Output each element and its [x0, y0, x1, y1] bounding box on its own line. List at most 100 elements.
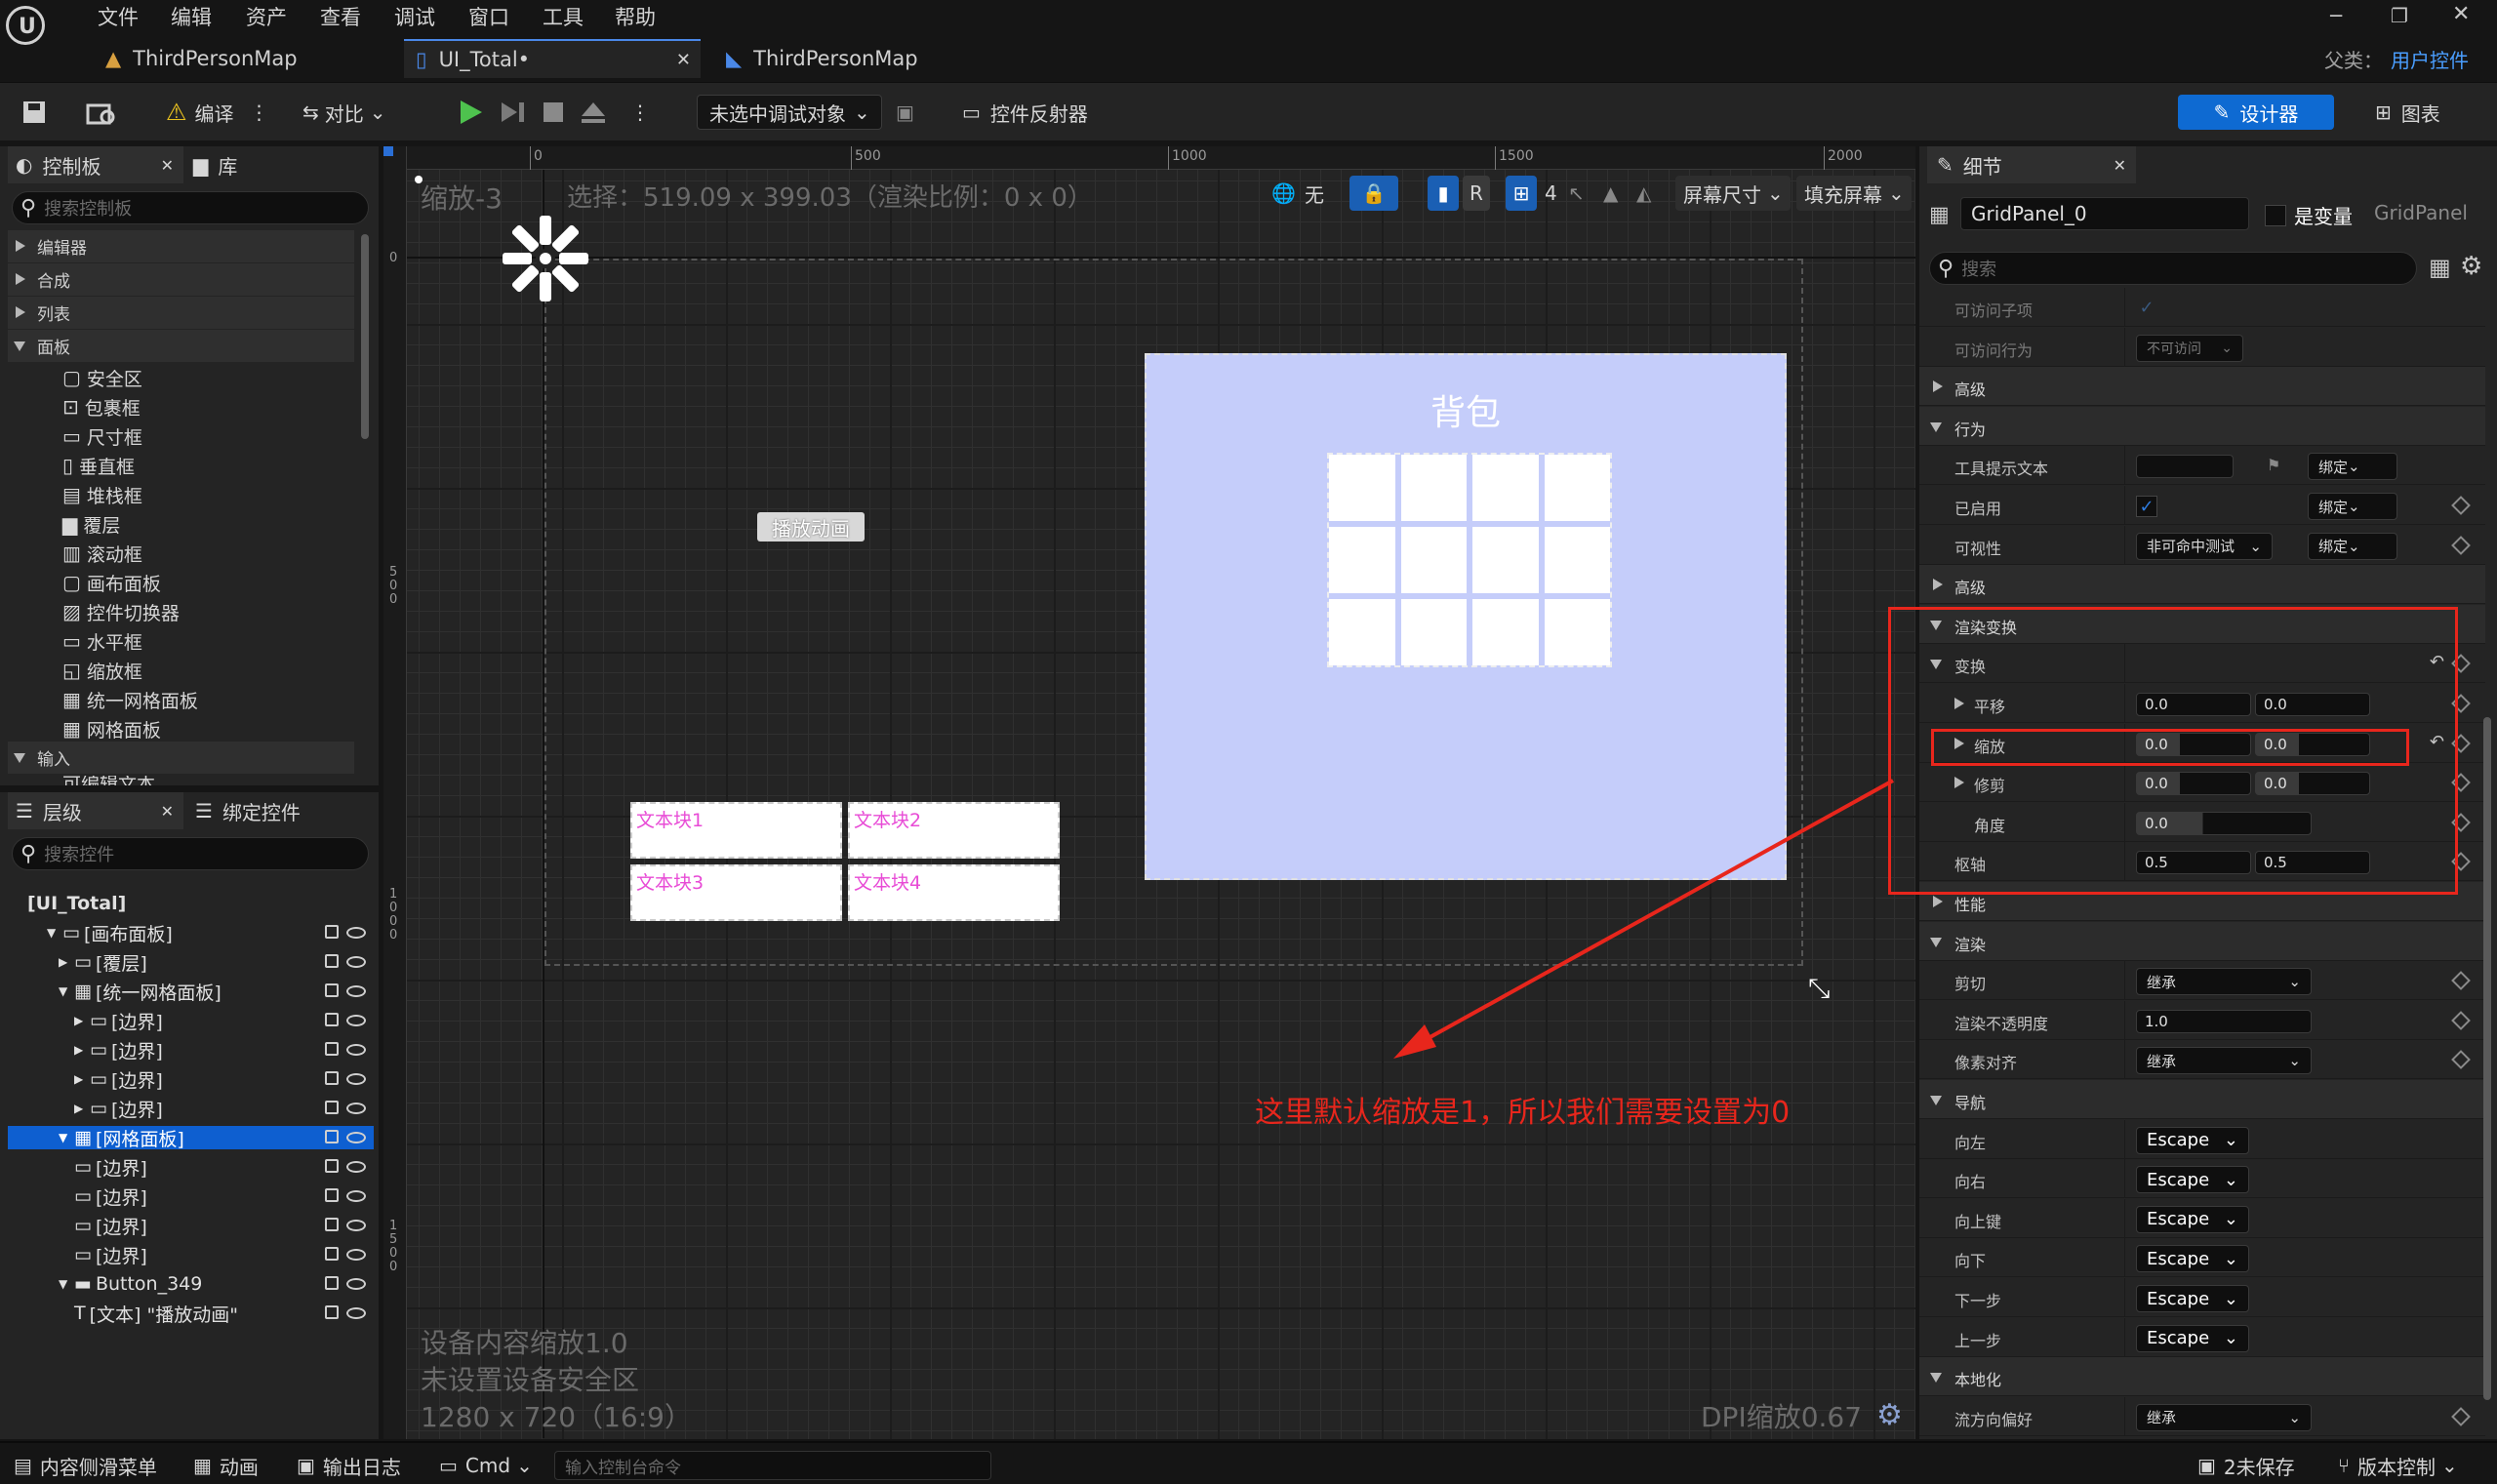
category-list[interactable]: 列表 — [8, 297, 354, 329]
hierarchy-node[interactable]: ▶ ▭ [边界] — [8, 1038, 374, 1063]
eye-icon[interactable] — [346, 985, 366, 997]
hierarchy-node[interactable]: ▶ ▭ [边界] — [8, 1067, 374, 1092]
hierarchy-node[interactable]: ▭ [边界] — [8, 1184, 374, 1209]
details-row[interactable]: 行为 — [1919, 406, 2485, 446]
close-icon[interactable]: ✕ — [676, 50, 691, 70]
text-block-3[interactable]: 文本块3 — [630, 864, 842, 921]
reset-diamond-icon[interactable] — [2451, 535, 2471, 555]
details-scrollbar[interactable] — [2483, 717, 2491, 1400]
lock-icon[interactable] — [325, 1305, 339, 1319]
tab-details[interactable]: ✎ 细节 ✕ — [1927, 146, 2136, 183]
expand-arrow-icon[interactable] — [1930, 1373, 1942, 1384]
details-row[interactable]: 向上键 Escape ⌄ — [1919, 1198, 2485, 1238]
menu-item[interactable]: 工具 — [543, 2, 584, 31]
palette-item[interactable]: ⊡ 包裹框 — [62, 392, 141, 421]
is-variable-checkbox[interactable]: 是变量 — [2265, 201, 2353, 229]
details-row[interactable]: 向下 Escape ⌄ — [1919, 1238, 2485, 1278]
palette-item[interactable]: ▆ 覆层 — [62, 509, 120, 539]
eye-icon[interactable] — [346, 927, 366, 939]
screen-size-select[interactable]: 屏幕尺寸 ⌄ — [1675, 176, 1791, 211]
property-dropdown[interactable]: 继承 ⌄ — [2136, 1047, 2312, 1075]
lock-icon[interactable] — [325, 983, 339, 997]
hierarchy-node[interactable]: ▭ [边界] — [8, 1214, 374, 1238]
hierarchy-node[interactable]: ▼ ▬ Button_349 — [8, 1272, 374, 1296]
gear-icon[interactable]: ⚙ — [2460, 252, 2482, 281]
details-row[interactable]: 可访问子项 ✓ — [1919, 288, 2485, 327]
eye-icon[interactable] — [346, 1044, 366, 1056]
category-input[interactable]: 输入 — [8, 742, 354, 774]
expand-arrow-icon[interactable]: ▼ — [59, 1277, 74, 1291]
close-icon[interactable]: ✕ — [2114, 156, 2126, 175]
text-block-4[interactable]: 文本块4 — [848, 864, 1060, 921]
menu-item[interactable]: 帮助 — [615, 2, 656, 31]
grid-snap-toggle[interactable]: ⊞ — [1506, 176, 1537, 211]
anchor-icon[interactable] — [499, 212, 592, 305]
hierarchy-node[interactable]: ▶ ▭ [覆层] — [8, 950, 374, 975]
reset-diamond-icon[interactable] — [2451, 1050, 2471, 1070]
play-button[interactable] — [457, 95, 484, 130]
menu-item[interactable]: 窗口 — [468, 2, 509, 31]
property-dropdown[interactable]: Escape ⌄ — [2136, 1324, 2249, 1352]
close-window-button[interactable]: ✕ — [2452, 2, 2470, 26]
palette-item[interactable]: ▢ 画布面板 — [62, 568, 161, 597]
cursor-icon[interactable]: ↖ — [1568, 176, 1585, 211]
expand-arrow-icon[interactable]: ▶ — [59, 955, 74, 969]
lock-icon[interactable] — [325, 1188, 339, 1202]
category-editor[interactable]: 编辑器 — [8, 230, 354, 262]
eye-icon[interactable] — [346, 1278, 366, 1290]
diff-button[interactable]: ⇆ 对比 ⌄ — [302, 95, 386, 130]
palette-item[interactable]: ▤ 堆栈框 — [62, 480, 142, 509]
eye-icon[interactable] — [346, 1307, 366, 1319]
tab-thirdpersonmap-1[interactable]: ▲ ThirdPersonMap — [105, 39, 398, 78]
uniform-grid-panel[interactable]: 文本块1 文本块2 文本块3 文本块4 — [630, 802, 1060, 921]
checkbox[interactable]: ✓ — [2136, 496, 2157, 517]
reset-diamond-icon[interactable] — [2451, 496, 2471, 515]
eye-icon[interactable] — [346, 1015, 366, 1026]
expand-arrow-icon[interactable] — [1933, 579, 1943, 591]
close-icon[interactable]: ✕ — [161, 802, 174, 821]
expand-arrow-icon[interactable]: ▼ — [59, 984, 74, 998]
details-row[interactable]: 可访问行为 不可访问 ⌄ — [1919, 327, 2485, 367]
property-dropdown[interactable]: Escape ⌄ — [2136, 1126, 2249, 1154]
expand-arrow-icon[interactable] — [1930, 421, 1942, 432]
lock-icon[interactable] — [325, 954, 339, 968]
property-dropdown[interactable]: 非可命中测试 ⌄ — [2136, 532, 2273, 560]
localization-none[interactable]: 无 — [1305, 176, 1324, 211]
lock-icon[interactable] — [325, 1042, 339, 1056]
category-composite[interactable]: 合成 — [8, 263, 354, 296]
widget-tree-toggle[interactable]: ▮ — [1428, 176, 1459, 211]
details-row[interactable]: 本地化 — [1919, 1357, 2485, 1397]
property-dropdown[interactable]: Escape ⌄ — [2136, 1166, 2249, 1194]
play-animation-button[interactable]: 播放动画 — [757, 512, 865, 541]
expand-arrow-icon[interactable]: ▶ — [74, 1102, 90, 1115]
content-drawer-button[interactable]: ▤ 内容侧滑菜单 — [14, 1451, 157, 1480]
bind-dropdown[interactable]: 绑定 ⌄ — [2308, 493, 2397, 520]
palette-item[interactable]: ▭ 水平框 — [62, 626, 142, 656]
close-icon[interactable]: ✕ — [161, 156, 174, 175]
details-row[interactable]: 上一步 Escape ⌄ — [1919, 1317, 2485, 1357]
restore-button[interactable]: ❐ — [2391, 4, 2408, 27]
text-input[interactable] — [2136, 455, 2234, 479]
save-button[interactable] — [21, 95, 47, 130]
cmd-select[interactable]: ▭ Cmd ⌄ — [439, 1451, 533, 1480]
property-dropdown[interactable]: 继承 ⌄ — [2136, 968, 2312, 996]
palette-item[interactable]: ▭ 尺寸框 — [62, 421, 142, 451]
details-row[interactable]: 向右 Escape ⌄ — [1919, 1159, 2485, 1199]
eye-icon[interactable] — [346, 1103, 366, 1114]
expand-arrow-icon[interactable] — [1930, 937, 1942, 947]
table-view-icon[interactable]: ▦ — [2429, 254, 2451, 281]
graph-mode-button[interactable]: ⊞ 图表 — [2375, 95, 2440, 130]
palette-search-input[interactable]: ⚲ 搜索控制板 — [12, 191, 369, 224]
widget-reflector-button[interactable]: ▭ 控件反射器 — [962, 95, 1088, 130]
grid-snap-value[interactable]: 4 — [1545, 176, 1557, 211]
eye-icon[interactable] — [346, 1161, 366, 1173]
debug-target-select[interactable]: 未选中调试对象 ⌄ — [697, 95, 882, 130]
widget-name-input[interactable]: GridPanel_0 — [1960, 197, 2249, 230]
step-button[interactable] — [500, 95, 527, 130]
grid-panel[interactable] — [1327, 453, 1612, 667]
expand-arrow-icon[interactable] — [1933, 896, 1943, 907]
eye-icon[interactable] — [346, 1190, 366, 1202]
menu-item[interactable]: 编辑 — [171, 2, 212, 31]
flag-icon[interactable]: ⚑ — [2267, 456, 2280, 474]
expand-arrow-icon[interactable] — [1930, 1096, 1942, 1105]
